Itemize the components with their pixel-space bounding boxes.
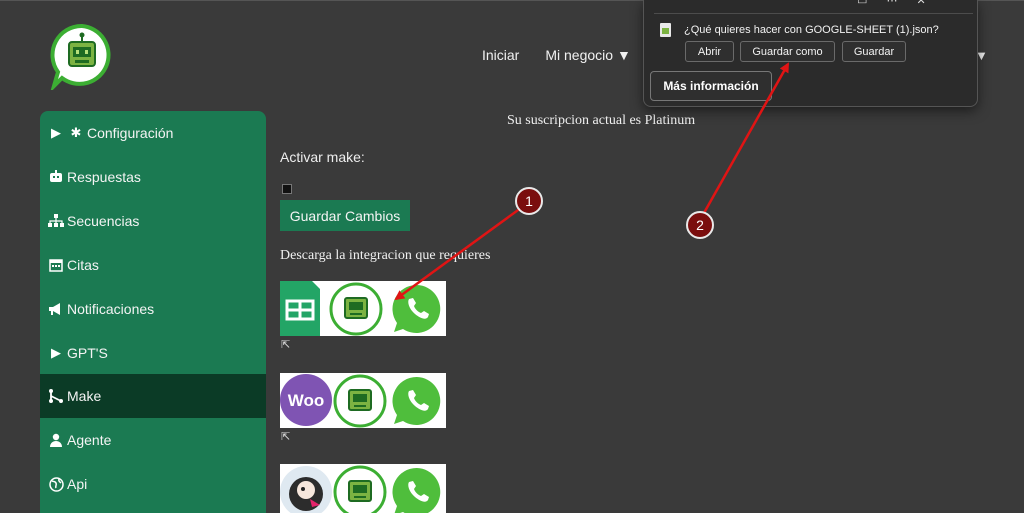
annotation-arrows bbox=[394, 62, 790, 301]
arrow-2 bbox=[698, 62, 790, 221]
annotation-badge-2: 2 bbox=[686, 211, 714, 239]
arrow-1 bbox=[394, 203, 526, 301]
annotation-badge-1: 1 bbox=[515, 187, 543, 215]
